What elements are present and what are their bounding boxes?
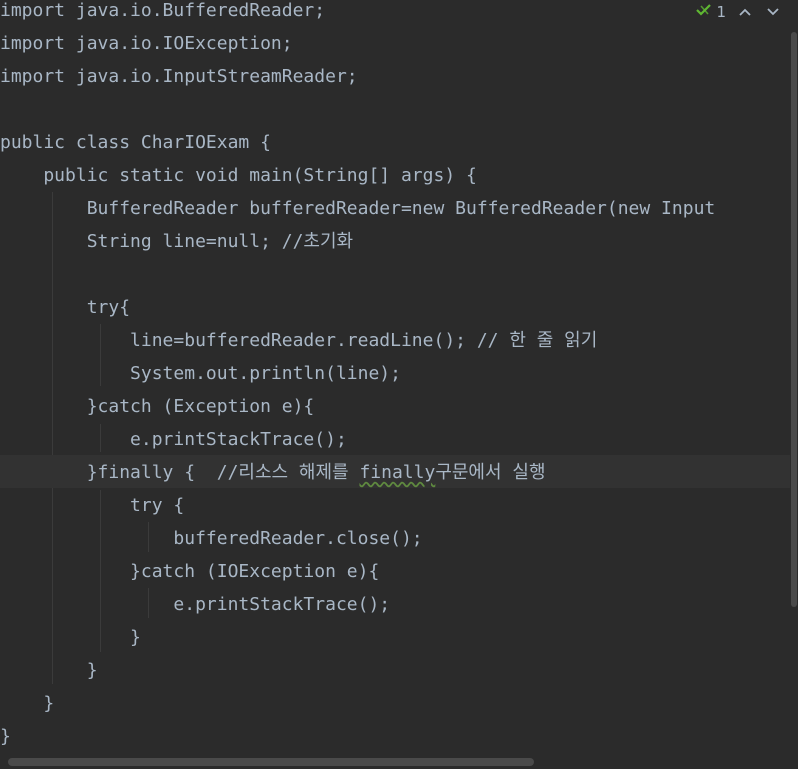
code-line[interactable]: }catch (IOException e){ — [0, 561, 379, 594]
code-line[interactable]: line=bufferedReader.readLine(); // 한 줄 읽… — [0, 330, 597, 363]
inspection-widget[interactable]: 1 — [695, 2, 782, 22]
code-line[interactable]: try{ — [0, 297, 130, 330]
current-code-line[interactable]: }finally { //리소스 해제를 finally구문에서 실행 — [0, 455, 790, 488]
code-line[interactable]: e.printStackTrace(); — [0, 594, 390, 627]
code-line[interactable]: }catch (Exception e){ — [0, 396, 315, 429]
chevron-up-icon[interactable] — [736, 3, 754, 21]
typo-highlight[interactable]: finally — [359, 462, 435, 483]
code-line[interactable]: import java.io.IOException; — [0, 33, 293, 66]
code-line-text: 구문에서 실행 — [435, 462, 546, 483]
code-editor[interactable]: import java.io.BufferedReader; import ja… — [0, 0, 790, 750]
inspection-count: 1 — [716, 3, 726, 21]
code-line[interactable]: System.out.println(line); — [0, 363, 401, 396]
code-line-text: }finally { //리소스 해제를 — [0, 462, 360, 483]
vertical-scroll-thumb[interactable] — [791, 32, 797, 607]
code-line[interactable]: } — [0, 726, 11, 750]
code-line[interactable]: } — [0, 627, 141, 660]
code-line[interactable]: import java.io.BufferedReader; — [0, 0, 325, 33]
horizontal-scroll-thumb[interactable] — [8, 758, 534, 766]
vertical-scrollbar[interactable] — [790, 0, 798, 769]
horizontal-scrollbar[interactable] — [0, 755, 790, 769]
check-icon[interactable] — [695, 2, 713, 22]
code-line[interactable]: import java.io.InputStreamReader; — [0, 66, 358, 99]
code-line[interactable]: String line=null; //초기화 — [0, 231, 353, 264]
code-line[interactable]: } — [0, 693, 54, 726]
code-line[interactable]: } — [0, 660, 98, 693]
code-line[interactable]: public static void main(String[] args) { — [0, 165, 476, 198]
code-line[interactable]: BufferedReader bufferedReader=new Buffer… — [0, 198, 716, 231]
code-line[interactable]: bufferedReader.close(); — [0, 528, 422, 561]
code-line[interactable]: public class CharIOExam { — [0, 132, 271, 165]
code-line[interactable]: try { — [0, 495, 184, 528]
chevron-down-icon[interactable] — [764, 3, 782, 21]
